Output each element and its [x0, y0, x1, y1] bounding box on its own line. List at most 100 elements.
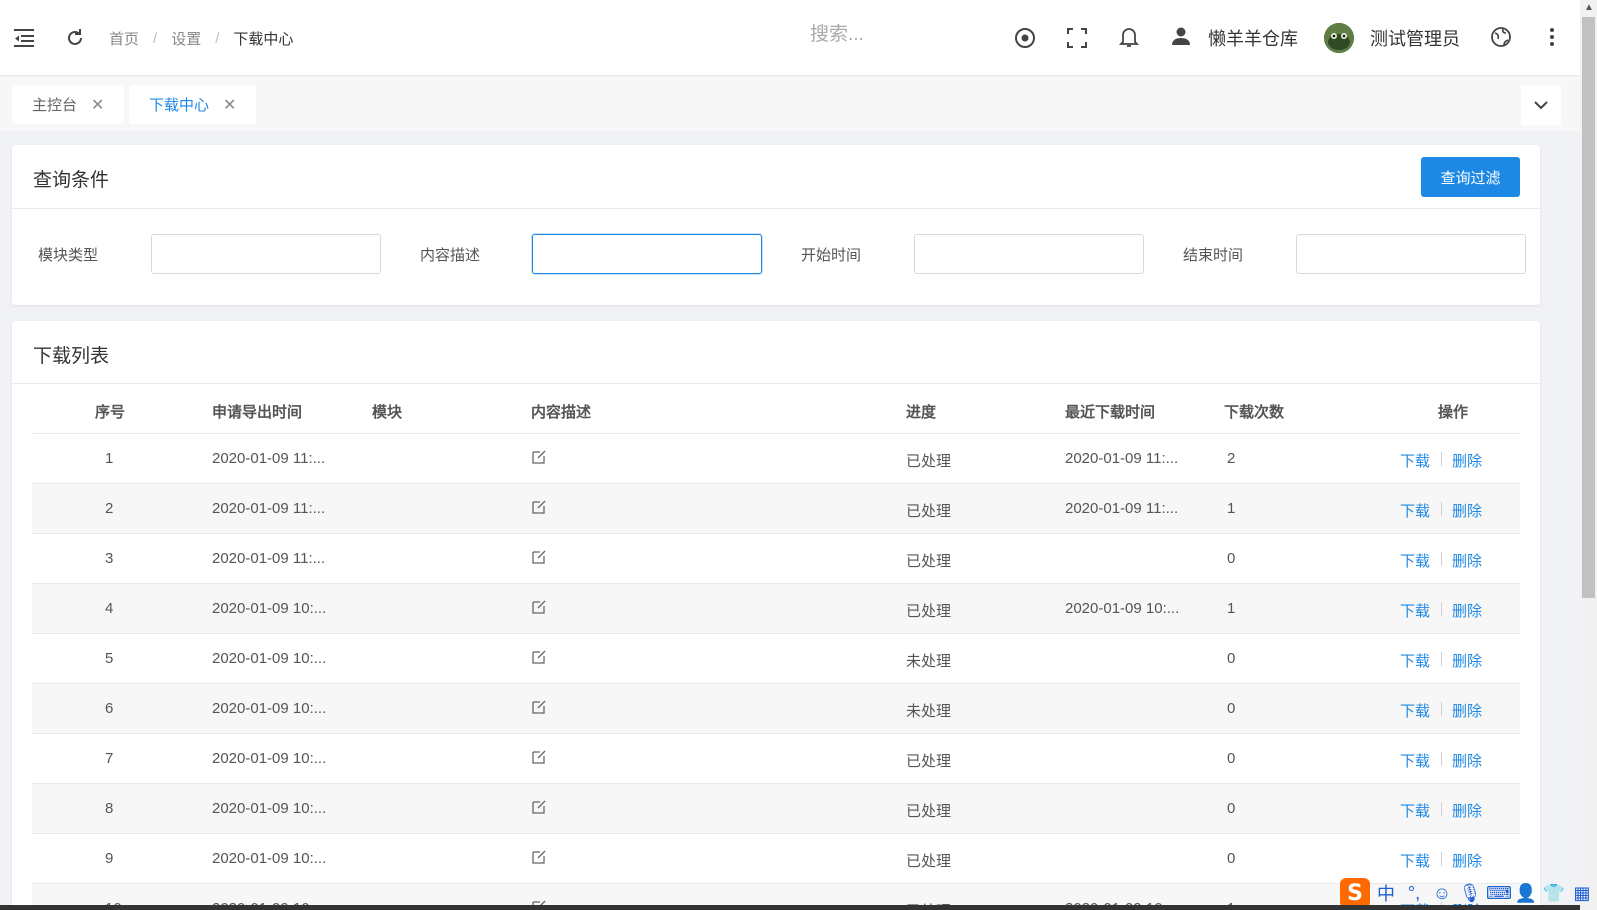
download-link[interactable]: 下载 [1400, 750, 1430, 771]
warehouse-name[interactable]: 懒羊羊仓库 [1208, 25, 1298, 51]
edit-icon[interactable] [531, 449, 547, 465]
row-index: 7 [105, 750, 114, 767]
row-progress: 已处理 [906, 803, 952, 820]
delete-link[interactable]: 删除 [1452, 450, 1482, 471]
breadcrumb-settings[interactable]: 设置 [171, 28, 201, 49]
edit-icon[interactable] [531, 699, 547, 715]
scroll-up-icon[interactable]: ▲ [1584, 2, 1594, 13]
toolbox-icon[interactable]: ▦ [1570, 883, 1594, 904]
bottom-edge [0, 905, 1580, 910]
row-progress: 已处理 [906, 453, 952, 470]
chevron-down-icon [1534, 100, 1548, 109]
fullscreen-icon[interactable] [1065, 26, 1089, 50]
end-time-input[interactable] [1296, 234, 1526, 274]
tab-dashboard[interactable]: 主控台 ✕ [12, 85, 125, 124]
col-index: 序号 [95, 404, 126, 421]
edit-icon[interactable] [531, 649, 547, 665]
action-separator [1441, 452, 1442, 466]
action-separator [1441, 652, 1442, 666]
row-progress: 已处理 [906, 753, 952, 770]
sogou-logo-icon[interactable]: S [1340, 878, 1370, 908]
row-download-count: 1 [1227, 500, 1236, 517]
col-content: 内容描述 [531, 404, 592, 421]
close-icon[interactable]: ✕ [223, 95, 236, 115]
action-separator [1441, 602, 1442, 616]
tabs-dropdown-button[interactable] [1521, 85, 1561, 125]
more-vertical-icon[interactable] [1540, 25, 1564, 49]
action-separator [1441, 852, 1442, 866]
punctuation-icon[interactable]: °, [1402, 883, 1426, 904]
table-body: 1 2020-01-09 11:... 已处理 2020-01-09 11:... 2 下… [32, 434, 1520, 910]
emoji-icon[interactable]: ☺ [1430, 883, 1454, 904]
edit-icon[interactable] [531, 599, 547, 615]
table-row: 2 2020-01-09 11:... 已处理 2020-01-09 11:... 1 下… [32, 484, 1520, 534]
row-index: 5 [105, 650, 114, 667]
scroll-thumb[interactable] [1582, 17, 1595, 598]
delete-link[interactable]: 删除 [1452, 850, 1482, 871]
delete-link[interactable]: 删除 [1452, 550, 1482, 571]
download-link[interactable]: 下载 [1400, 800, 1430, 821]
page-scrollbar[interactable]: ▲ [1580, 0, 1597, 910]
edit-icon[interactable] [531, 749, 547, 765]
download-link[interactable]: 下载 [1400, 550, 1430, 571]
row-apply-time: 2020-01-09 11:... [212, 550, 326, 567]
menu-fold-icon[interactable] [12, 26, 36, 50]
avatar[interactable] [1324, 23, 1354, 53]
delete-link[interactable]: 删除 [1452, 800, 1482, 821]
refresh-icon[interactable] [63, 26, 87, 50]
tab-label: 主控台 [32, 97, 78, 114]
bell-icon[interactable] [1117, 25, 1141, 49]
divider [12, 208, 1540, 209]
ime-mode[interactable]: 中 [1374, 880, 1398, 906]
row-index: 6 [105, 700, 114, 717]
microphone-icon[interactable]: 🎙 [1458, 883, 1482, 904]
row-apply-time: 2020-01-09 10:... [212, 800, 327, 817]
module-type-input[interactable] [151, 234, 381, 274]
row-index: 2 [105, 500, 114, 517]
start-time-input[interactable] [914, 234, 1144, 274]
content-desc-label: 内容描述 [420, 247, 481, 264]
table-row: 6 2020-01-09 10:... 未处理 0 下载 删除 [32, 684, 1520, 734]
edit-icon[interactable] [531, 499, 547, 515]
table-header: 序号 申请导出时间 模块 内容描述 进度 最近下载时间 下载次数 操作 [32, 384, 1520, 434]
delete-link[interactable]: 删除 [1452, 750, 1482, 771]
edit-icon[interactable] [531, 849, 547, 865]
row-download-count: 0 [1227, 650, 1236, 667]
delete-link[interactable]: 删除 [1452, 700, 1482, 721]
row-apply-time: 2020-01-09 10:... [212, 600, 327, 617]
breadcrumb-home[interactable]: 首页 [109, 28, 139, 49]
skin-icon[interactable]: 👕 [1542, 883, 1566, 904]
col-progress: 进度 [906, 404, 937, 421]
globe-icon[interactable] [1489, 25, 1513, 49]
user-ime-icon[interactable]: 👤 [1514, 883, 1538, 904]
download-link[interactable]: 下载 [1400, 450, 1430, 471]
keyboard-icon[interactable]: ⌨ [1486, 883, 1512, 904]
download-link[interactable]: 下载 [1400, 650, 1430, 671]
row-progress: 已处理 [906, 853, 952, 870]
person-icon[interactable] [1169, 24, 1193, 48]
user-name[interactable]: 测试管理员 [1370, 25, 1460, 51]
tab-label: 下载中心 [149, 97, 210, 114]
delete-link[interactable]: 删除 [1452, 500, 1482, 521]
row-index: 4 [105, 600, 114, 617]
tab-download-center[interactable]: 下载中心 ✕ [129, 85, 257, 124]
download-link[interactable]: 下载 [1400, 600, 1430, 621]
edit-icon[interactable] [531, 799, 547, 815]
delete-link[interactable]: 删除 [1452, 600, 1482, 621]
query-filter-button[interactable]: 查询过滤 [1421, 157, 1520, 197]
breadcrumb: 首页 / 设置 / 下载中心 [109, 28, 293, 49]
action-separator [1441, 552, 1442, 566]
row-last-download: 2020-01-09 11:... [1065, 450, 1179, 467]
download-table: 序号 申请导出时间 模块 内容描述 进度 最近下载时间 下载次数 操作 1 202… [32, 384, 1520, 910]
download-link[interactable]: 下载 [1400, 700, 1430, 721]
table-row: 1 2020-01-09 11:... 已处理 2020-01-09 11:... 2 下… [32, 434, 1520, 484]
record-icon[interactable] [1013, 26, 1037, 50]
close-icon[interactable]: ✕ [91, 95, 104, 115]
search-input[interactable] [810, 24, 950, 46]
action-separator [1441, 702, 1442, 716]
content-desc-input[interactable] [532, 234, 762, 274]
download-link[interactable]: 下载 [1400, 850, 1430, 871]
delete-link[interactable]: 删除 [1452, 650, 1482, 671]
edit-icon[interactable] [531, 549, 547, 565]
download-link[interactable]: 下载 [1400, 500, 1430, 521]
